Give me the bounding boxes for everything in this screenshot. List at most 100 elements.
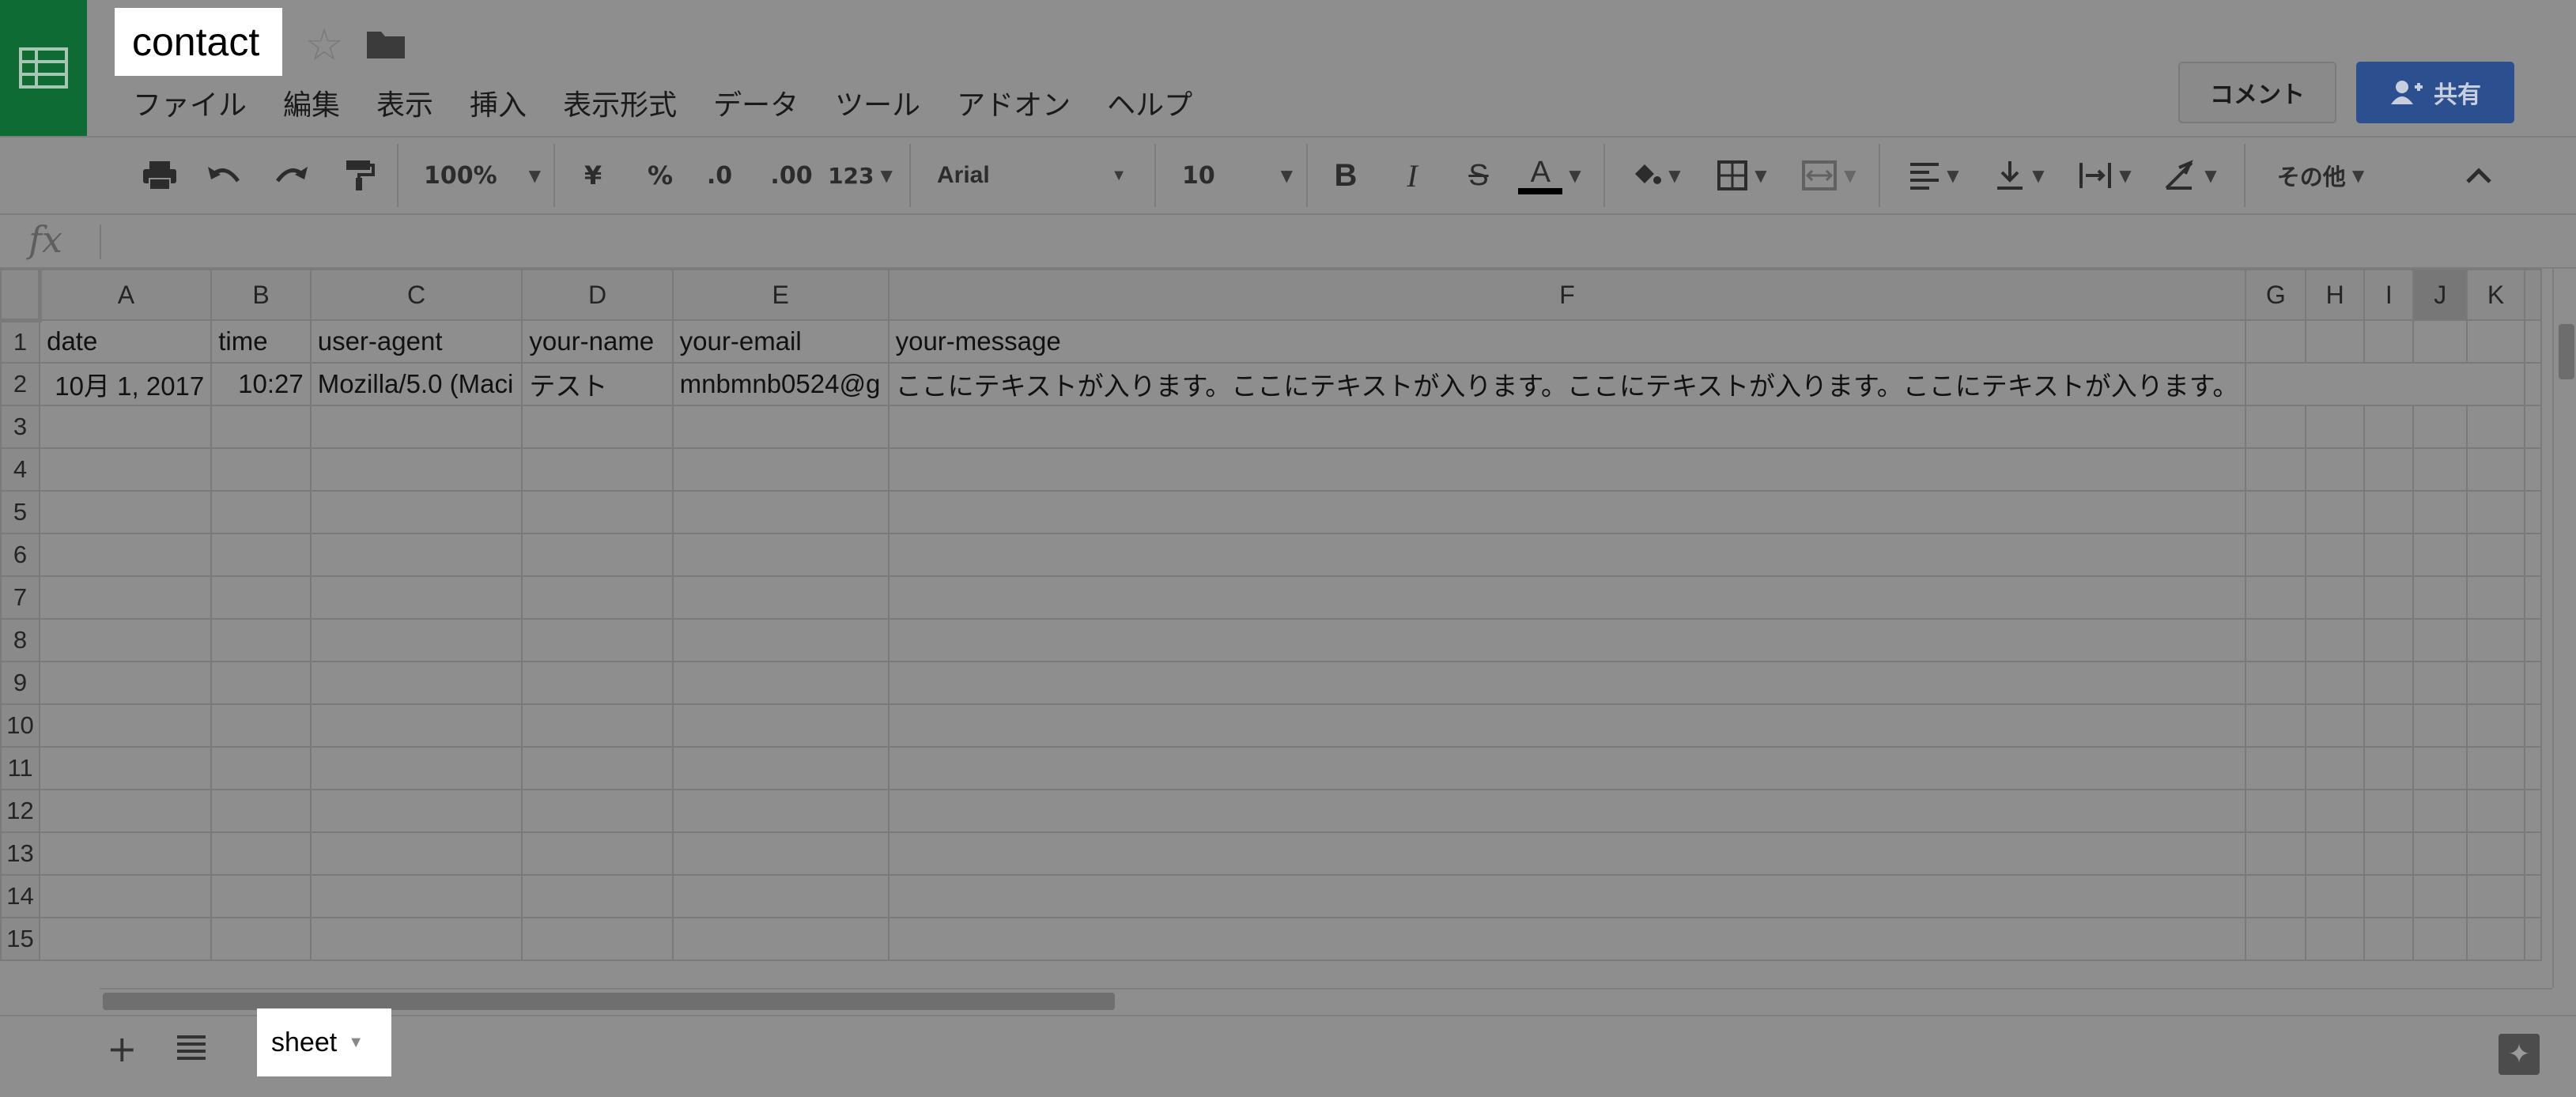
row-header[interactable]: 3 [0, 405, 41, 449]
row-header[interactable]: 1 [0, 319, 41, 364]
cell[interactable] [2523, 362, 2542, 406]
vertical-scroll-thumb[interactable] [2559, 324, 2574, 379]
sheet-tab[interactable]: sheet ▼ [257, 1008, 391, 1076]
cell[interactable]: your-name [521, 319, 674, 364]
column-header[interactable]: G [2245, 269, 2307, 321]
cell[interactable]: your-message [887, 319, 2247, 364]
cell[interactable] [2364, 362, 2414, 406]
font-size-select[interactable]: 10 ▼ [1182, 138, 1293, 213]
row-header[interactable]: 15 [0, 917, 41, 961]
row-header[interactable]: 13 [0, 831, 41, 876]
menu-view[interactable]: 表示 [376, 82, 433, 123]
row-header[interactable]: 9 [0, 661, 41, 705]
row-header[interactable]: 14 [0, 874, 41, 918]
row-header[interactable]: 2 [0, 362, 41, 406]
document-title[interactable]: contact [115, 8, 282, 76]
folder-icon[interactable] [365, 28, 406, 60]
menu-addons[interactable]: アドオン [957, 82, 1071, 123]
text-color-button[interactable]: A ▼ [1518, 138, 1581, 213]
cell[interactable] [2246, 362, 2306, 406]
column-header[interactable]: H [2305, 269, 2366, 321]
column-header[interactable]: E [671, 269, 890, 321]
column-header[interactable]: B [210, 269, 312, 321]
cell[interactable] [2412, 319, 2468, 364]
cell[interactable]: your-email [671, 319, 890, 364]
cell[interactable] [2305, 319, 2366, 364]
print-icon[interactable] [139, 138, 180, 213]
menu-file[interactable]: ファイル [133, 82, 247, 123]
collapse-toolbar-icon[interactable] [2459, 138, 2499, 213]
undo-icon[interactable] [204, 138, 245, 213]
cell[interactable] [2413, 362, 2468, 406]
vertical-align-icon[interactable]: ▼ [1983, 138, 2056, 213]
star-icon[interactable]: ☆ [304, 20, 344, 71]
cell[interactable]: Mozilla/5.0 (Maci [309, 362, 523, 406]
add-sheet-icon[interactable]: + [107, 1027, 138, 1070]
text-rotation-icon[interactable]: ▼ [2154, 138, 2227, 213]
increase-decimal-button[interactable]: .00 [765, 138, 818, 213]
column-header[interactable]: F [887, 269, 2247, 321]
redo-icon[interactable] [270, 138, 312, 213]
cell[interactable]: time [210, 319, 312, 364]
column-header[interactable] [2523, 269, 2542, 321]
menu-data[interactable]: データ [713, 82, 799, 123]
all-sheets-icon[interactable] [176, 1034, 207, 1061]
formula-input[interactable] [111, 223, 2546, 261]
row-header[interactable]: 4 [0, 447, 41, 492]
menu-insert[interactable]: 挿入 [470, 82, 527, 123]
menu-help[interactable]: ヘルプ [1107, 82, 1192, 123]
cell[interactable] [2467, 362, 2525, 406]
borders-icon[interactable]: ▼ [1708, 138, 1776, 213]
column-header[interactable]: C [309, 269, 523, 321]
column-header-selected[interactable]: J [2412, 269, 2468, 321]
row-header[interactable]: 10 [0, 703, 41, 748]
cell[interactable]: 10:27 [210, 362, 312, 406]
menu-tools[interactable]: ツール [835, 82, 920, 123]
row-header[interactable]: 8 [0, 618, 41, 662]
horizontal-scroll-thumb[interactable] [103, 993, 1115, 1010]
horizontal-align-icon[interactable]: ▼ [1898, 138, 1970, 213]
share-button[interactable]: 共有 [2356, 62, 2514, 123]
cell[interactable]: 10月 1, 2017 [39, 362, 213, 406]
column-header[interactable]: D [521, 269, 674, 321]
row-header[interactable]: 12 [0, 789, 41, 833]
cell[interactable] [2523, 319, 2542, 364]
number-format-select[interactable]: 123 ▼ [827, 138, 893, 213]
select-all-corner[interactable] [0, 269, 42, 322]
column-header[interactable]: I [2363, 269, 2415, 321]
fill-color-icon[interactable]: ▼ [1622, 138, 1689, 213]
cell[interactable]: user-agent [309, 319, 523, 364]
cell[interactable] [2245, 319, 2307, 364]
paint-format-icon[interactable] [338, 138, 380, 213]
row-header[interactable]: 5 [0, 490, 41, 534]
explore-icon[interactable]: ✦ [2499, 1034, 2540, 1075]
row-header[interactable]: 11 [0, 746, 41, 790]
cell-message[interactable]: ここにテキストが入ります。ここにテキストが入ります。ここにテキストが入ります。こ… [887, 362, 2247, 406]
row-header[interactable]: 6 [0, 533, 41, 577]
comment-button[interactable]: コメント [2178, 62, 2336, 123]
menu-edit[interactable]: 編集 [283, 82, 340, 123]
cell[interactable]: テスト [521, 362, 674, 406]
cell[interactable] [2466, 319, 2525, 364]
cell[interactable] [2363, 319, 2415, 364]
cell[interactable]: mnbmnb0524@g [671, 362, 890, 406]
zoom-select[interactable]: 100% ▼ [423, 138, 542, 213]
strikethrough-button[interactable]: S [1461, 138, 1496, 213]
cell[interactable]: date [39, 319, 213, 364]
cell[interactable] [2306, 362, 2365, 406]
chevron-down-icon[interactable]: ▼ [348, 1034, 364, 1052]
column-header[interactable]: K [2466, 269, 2525, 321]
text-wrap-icon[interactable]: ▼ [2068, 138, 2141, 213]
row-header[interactable]: 7 [0, 575, 41, 620]
font-select[interactable]: Arial ▼ [937, 138, 1127, 213]
merge-cells-icon[interactable]: ▼ [1795, 138, 1863, 213]
currency-button[interactable]: ¥ [577, 138, 609, 213]
column-header[interactable]: A [39, 269, 213, 321]
decrease-decimal-button[interactable]: .0 [700, 138, 739, 213]
italic-button[interactable]: I [1395, 138, 1430, 213]
bold-button[interactable]: B [1328, 138, 1363, 213]
percent-button[interactable]: % [640, 138, 680, 213]
more-button[interactable]: その他 ▼ [2261, 138, 2380, 213]
menu-format[interactable]: 表示形式 [563, 82, 677, 123]
sheets-logo-icon[interactable] [0, 0, 87, 136]
